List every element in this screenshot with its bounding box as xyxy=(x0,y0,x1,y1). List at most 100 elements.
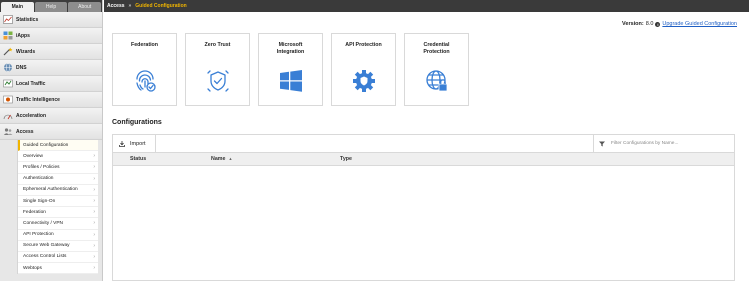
submenu-label: Secure Web Gateway xyxy=(23,243,70,249)
submenu-label: API Protection xyxy=(23,232,54,238)
card-federation[interactable]: Federation xyxy=(112,33,177,106)
card-title: Federation xyxy=(130,42,159,48)
nav-item-access[interactable]: Access xyxy=(0,124,102,140)
traffic-intelligence-icon xyxy=(3,95,13,104)
chevron-right-icon: › xyxy=(93,175,95,182)
submenu-ephemeral-authentication[interactable]: Ephemeral Authentication › xyxy=(18,185,98,196)
card-microsoft-integration[interactable]: Microsoft Integration xyxy=(258,33,323,106)
submenu-access-control-lists[interactable]: Access Control Lists › xyxy=(18,252,98,264)
chevron-right-icon: › xyxy=(93,265,95,272)
nav-item-label: iApps xyxy=(16,32,30,39)
tab-about[interactable]: About xyxy=(68,2,102,12)
chevron-right-icon: › xyxy=(93,198,95,205)
nav-item-iapps[interactable]: iApps xyxy=(0,28,102,44)
table-header: Status Name ▲ Type xyxy=(113,153,734,166)
access-icon xyxy=(3,128,13,135)
chevron-right-icon: › xyxy=(93,231,95,238)
configurations-title: Configurations xyxy=(112,119,162,126)
nav-item-dns[interactable]: DNS xyxy=(0,60,102,76)
nav-item-traffic-intelligence[interactable]: Traffic Intelligence xyxy=(0,92,102,108)
submenu-label: Access Control Lists xyxy=(23,254,67,260)
card-title: API Protection xyxy=(345,42,382,48)
sort-ascending-icon: ▲ xyxy=(228,156,233,161)
column-status[interactable]: Status xyxy=(130,156,146,162)
chevron-right-icon: › xyxy=(93,253,95,260)
nav-item-label: Wizards xyxy=(16,48,36,55)
configurations-toolbar: Import Filter Configurations by Name... xyxy=(112,134,735,153)
filter-input[interactable]: Filter Configurations by Name... xyxy=(593,135,734,152)
windows-icon xyxy=(279,70,302,92)
iapps-icon xyxy=(3,31,13,40)
submenu-profiles-policies[interactable]: Profiles / Policies › xyxy=(18,162,98,174)
acceleration-icon xyxy=(3,114,13,120)
column-name-label: Name xyxy=(211,156,226,162)
nav-item-label: Traffic Intelligence xyxy=(16,96,60,103)
chevron-right-icon: › xyxy=(93,220,95,227)
submenu-label: Federation xyxy=(23,209,46,215)
card-api-protection[interactable]: API Protection xyxy=(331,33,396,106)
chevron-right-icon: › xyxy=(93,153,95,160)
breadcrumb-root[interactable]: Access xyxy=(107,3,125,9)
nav-item-label: DNS xyxy=(16,64,27,71)
submenu-label: Authentication xyxy=(23,176,54,182)
fingerprint-icon xyxy=(135,70,156,92)
nav-item-statistics[interactable]: Statistics xyxy=(0,12,102,28)
submenu-label: Ephemeral Authentication xyxy=(23,187,78,193)
version-value: 8.0 xyxy=(645,21,654,27)
chevron-right-icon: › xyxy=(93,242,95,249)
card-zero-trust[interactable]: Zero Trust xyxy=(185,33,250,106)
tab-help[interactable]: Help xyxy=(34,2,68,12)
globe-lock-icon xyxy=(425,70,447,92)
submenu-federation[interactable]: Federation › xyxy=(18,207,98,219)
chevron-right-icon: › xyxy=(93,209,95,216)
wizards-icon xyxy=(3,47,13,56)
config-cards: Federation Zero Trust Microsoft Integrati… xyxy=(112,33,477,106)
dns-icon xyxy=(4,63,12,72)
submenu-connectivity-vpn[interactable]: Connectivity / VPN › xyxy=(18,218,98,230)
chevron-right-icon: › xyxy=(93,186,95,193)
download-icon xyxy=(119,140,125,147)
import-button[interactable]: Import xyxy=(113,135,156,152)
access-submenu: Guided Configuration Overview › Profiles … xyxy=(17,140,98,275)
breadcrumb: Access » Guided Configuration xyxy=(104,0,749,12)
submenu-api-protection[interactable]: API Protection › xyxy=(18,230,98,241)
nav-item-label: Acceleration xyxy=(16,112,47,119)
breadcrumb-separator: » xyxy=(128,3,132,9)
breadcrumb-current: Guided Configuration xyxy=(135,3,187,9)
upgrade-link[interactable]: Upgrade Guided Configuration xyxy=(662,21,737,27)
gear-shield-icon xyxy=(352,70,375,92)
card-title: Credential Protection xyxy=(423,42,450,55)
chevron-right-icon: › xyxy=(93,164,95,171)
submenu-guided-configuration[interactable]: Guided Configuration xyxy=(18,140,98,152)
submenu-overview[interactable]: Overview › xyxy=(18,151,98,163)
submenu-label: Single Sign-On xyxy=(23,198,56,204)
filter-placeholder: Filter Configurations by Name... xyxy=(611,141,679,146)
nav-item-local-traffic[interactable]: Local Traffic xyxy=(0,76,102,92)
nav-item-label: Access xyxy=(16,128,34,135)
column-name[interactable]: Name ▲ xyxy=(211,156,232,162)
configurations-table: Status Name ▲ Type xyxy=(112,153,735,281)
submenu-single-sign-on[interactable]: Single Sign-On › xyxy=(18,196,98,208)
local-traffic-icon xyxy=(3,79,13,88)
card-credential-protection[interactable]: Credential Protection xyxy=(404,33,469,106)
import-label: Import xyxy=(130,140,146,147)
version-info: Version: 8.0 i Upgrade Guided Configurat… xyxy=(622,21,737,27)
statistics-icon xyxy=(3,15,13,24)
column-type[interactable]: Type xyxy=(340,156,352,162)
info-icon[interactable]: i xyxy=(655,21,661,27)
sidebar-tabs: Main Help About xyxy=(0,0,102,12)
submenu-secure-web-gateway[interactable]: Secure Web Gateway › xyxy=(18,241,98,252)
submenu-label: Connectivity / VPN xyxy=(23,220,63,226)
submenu-label: Guided Configuration xyxy=(23,142,69,148)
shield-check-icon xyxy=(206,70,229,92)
nav-item-label: Statistics xyxy=(16,16,39,23)
submenu-label: Overview xyxy=(23,153,43,159)
nav-item-wizards[interactable]: Wizards xyxy=(0,44,102,60)
nav-item-acceleration[interactable]: Acceleration xyxy=(0,108,102,124)
submenu-webtops[interactable]: Webtops › xyxy=(18,263,98,275)
card-title: Microsoft Integration xyxy=(276,42,305,55)
nav-item-label: Local Traffic xyxy=(16,80,46,87)
submenu-authentication[interactable]: Authentication › xyxy=(18,174,98,185)
submenu-label: Webtops xyxy=(23,265,42,271)
tab-main[interactable]: Main xyxy=(1,2,34,12)
